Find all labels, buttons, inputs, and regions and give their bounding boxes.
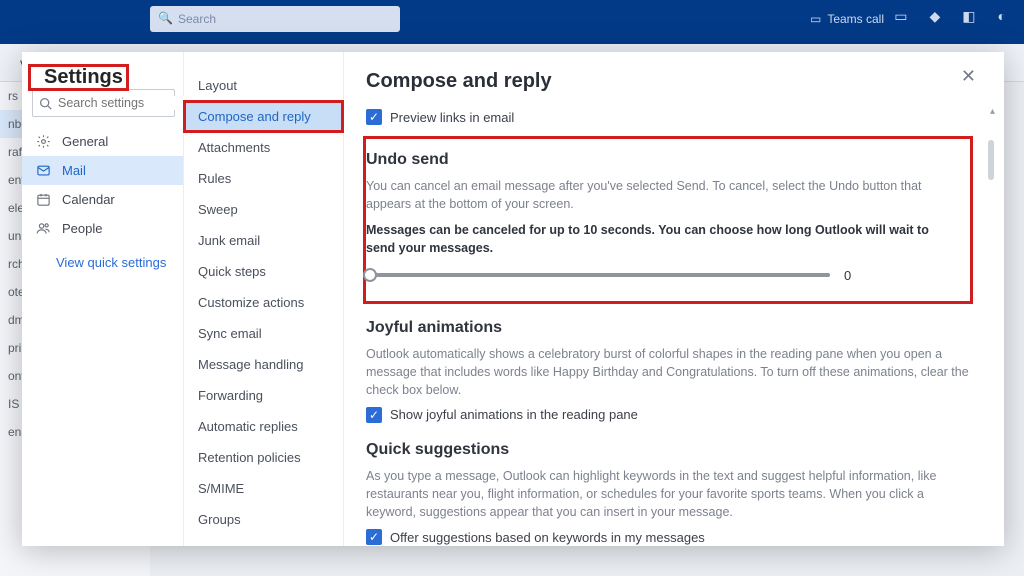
app-icon-4[interactable]: ◐ [998, 8, 1006, 25]
sub-item[interactable]: Groups [184, 504, 343, 535]
quick-opt1-row[interactable]: ✓ Offer suggestions based on keywords in… [366, 529, 974, 545]
people-icon [36, 221, 52, 236]
category-label: People [62, 221, 102, 236]
settings-main-pane: ✕ ▴ Compose and reply ✓ Preview links in… [344, 52, 1004, 546]
settings-subnav: Layout Compose and reply Attachments Rul… [184, 52, 344, 546]
view-quick-settings-link[interactable]: View quick settings [22, 243, 183, 270]
undo-heading: Undo send [366, 151, 956, 169]
quick-suggestions-section: Quick suggestions As you type a message,… [366, 441, 974, 546]
quick-desc: As you type a message, Outlook can highl… [366, 467, 974, 521]
app-icon-2[interactable]: ◆ [930, 8, 941, 25]
checkbox-preview-links[interactable]: ✓ [366, 109, 382, 125]
quick-heading: Quick suggestions [366, 441, 974, 459]
sub-item[interactable]: Layout [184, 70, 343, 101]
app-icon-1[interactable]: ▭ [894, 8, 907, 25]
sub-item[interactable]: Rules [184, 163, 343, 194]
topbar-iconstrip: ▭ ◆ ◧ ◐ [894, 8, 1006, 25]
undo-strong: Messages can be canceled for up to 10 se… [366, 221, 956, 257]
preview-links-row[interactable]: ✓ Preview links in email [366, 109, 974, 125]
page-heading: Compose and reply [366, 70, 974, 93]
sub-item[interactable]: Retention policies [184, 442, 343, 473]
joyful-section: Joyful animations Outlook automatically … [366, 319, 974, 423]
sub-item[interactable]: Attachments [184, 132, 343, 163]
joyful-desc: Outlook automatically shows a celebrator… [366, 345, 974, 399]
gear-icon [36, 134, 52, 149]
category-calendar[interactable]: Calendar [22, 185, 183, 214]
scrollbar-thumb[interactable] [988, 140, 994, 180]
settings-nav: Settings General Mail Calendar [22, 52, 184, 546]
teams-call-label[interactable]: ▭Teams call [810, 12, 884, 26]
slider-value: 0 [844, 268, 851, 283]
joyful-label: Show joyful animations in the reading pa… [390, 407, 638, 422]
preview-links-label: Preview links in email [390, 110, 514, 125]
checkbox-joyful[interactable]: ✓ [366, 407, 382, 423]
sub-item[interactable]: Junk email [184, 225, 343, 256]
checkbox-quick-opt1[interactable]: ✓ [366, 529, 382, 545]
settings-search[interactable] [32, 89, 175, 117]
joyful-heading: Joyful animations [366, 319, 974, 337]
scroll-up-icon[interactable]: ▴ [990, 106, 995, 117]
sub-item[interactable]: Customize actions [184, 287, 343, 318]
sub-item[interactable]: Automatic replies [184, 411, 343, 442]
joyful-checkbox-row[interactable]: ✓ Show joyful animations in the reading … [366, 407, 974, 423]
category-mail[interactable]: Mail [22, 156, 183, 185]
sub-item[interactable]: Sweep [184, 194, 343, 225]
category-general[interactable]: General [22, 127, 183, 156]
sub-item[interactable]: Sync email [184, 318, 343, 349]
slider-thumb[interactable] [363, 268, 377, 282]
sub-item[interactable]: Forwarding [184, 380, 343, 411]
search-icon: 🔍 [158, 11, 173, 25]
quick-opt1-label: Offer suggestions based on keywords in m… [390, 530, 705, 545]
close-button[interactable]: ✕ [961, 66, 976, 87]
sub-item-compose-reply[interactable]: Compose and reply [184, 101, 343, 132]
undo-desc: You can cancel an email message after yo… [366, 177, 956, 213]
settings-title: Settings [40, 65, 127, 89]
calendar-icon [36, 192, 52, 207]
category-label: Calendar [62, 192, 115, 207]
sub-item[interactable]: S/MIME [184, 473, 343, 504]
category-label: General [62, 134, 108, 149]
settings-dialog: Settings General Mail Calendar [22, 52, 1004, 546]
category-people[interactable]: People [22, 214, 183, 243]
sub-item[interactable]: Message handling [184, 349, 343, 380]
sub-item[interactable]: Quick steps [184, 256, 343, 287]
mail-icon [36, 163, 52, 178]
category-label: Mail [62, 163, 86, 178]
app-icon-3[interactable]: ◧ [962, 8, 975, 25]
app-search-placeholder: Search [178, 12, 216, 26]
undo-send-section: Undo send You can cancel an email messag… [366, 139, 970, 301]
undo-send-slider[interactable] [370, 273, 830, 277]
search-icon [39, 97, 52, 110]
